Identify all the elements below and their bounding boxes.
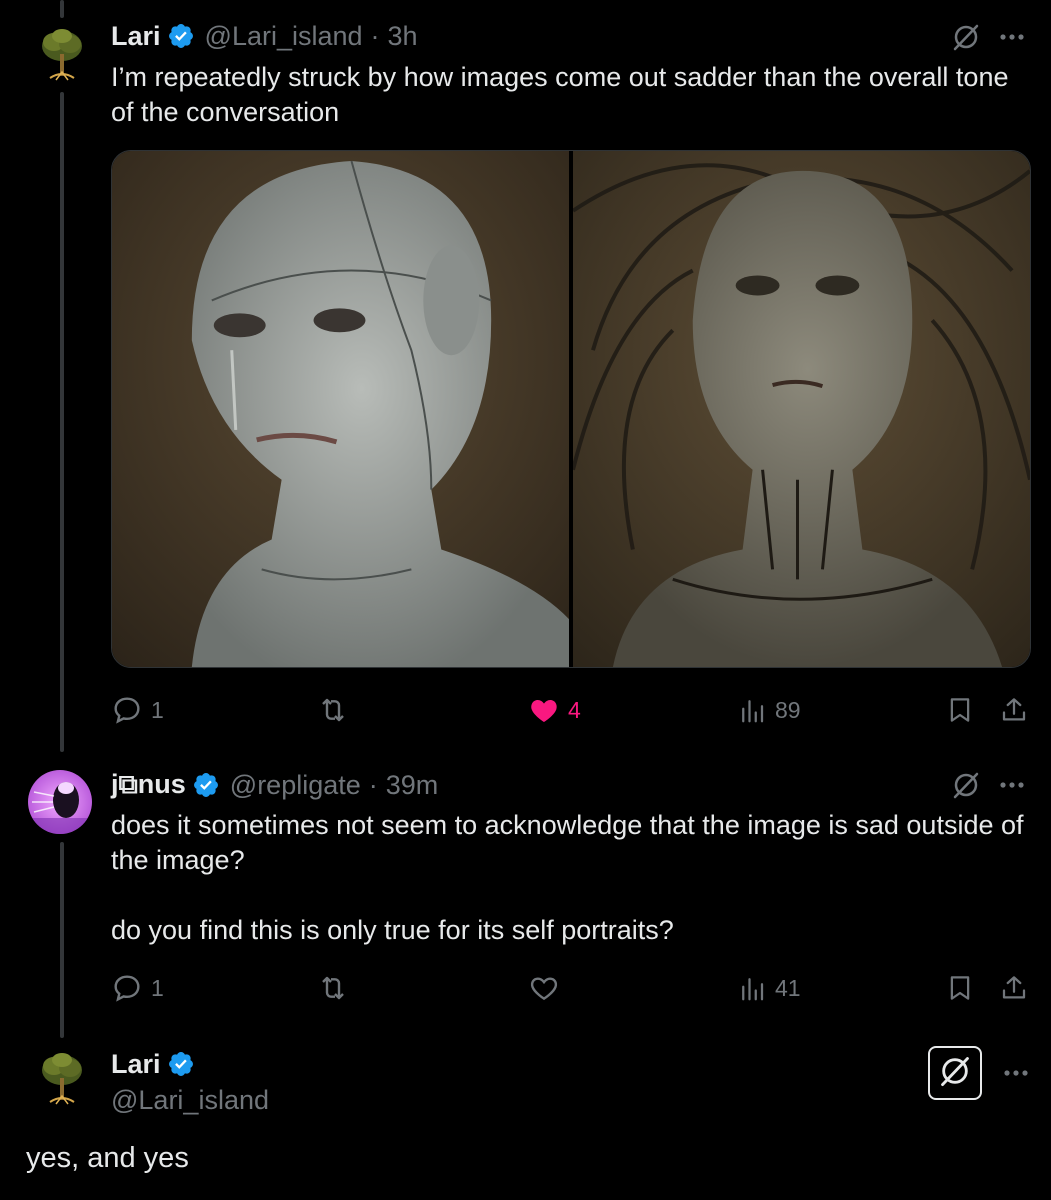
reply-more-wrap bbox=[987, 1056, 1033, 1090]
share-upload-icon bbox=[999, 694, 1029, 726]
reply-handle[interactable]: @Lari_island bbox=[111, 1085, 269, 1116]
reply-button[interactable]: 1 bbox=[111, 690, 164, 730]
grok-slash-icon[interactable] bbox=[949, 768, 983, 802]
repost-button[interactable] bbox=[316, 690, 350, 730]
bar-chart-icon bbox=[737, 694, 767, 726]
bookmark-icon bbox=[945, 972, 975, 1004]
verified-badge-icon bbox=[167, 22, 195, 50]
tweet-2-top-actions bbox=[949, 768, 1029, 802]
like-count: 4 bbox=[568, 696, 581, 723]
more-dots-icon[interactable] bbox=[999, 1056, 1033, 1090]
verified-badge-icon bbox=[167, 1050, 195, 1078]
verified-badge-icon bbox=[192, 771, 220, 799]
views-button[interactable]: 89 bbox=[737, 690, 801, 730]
media-image-left[interactable] bbox=[112, 151, 569, 667]
reply-count: 1 bbox=[151, 696, 164, 723]
bookmark-button[interactable] bbox=[945, 968, 975, 1008]
tweet-1-text: I’m repeatedly struck by how images come… bbox=[111, 62, 1016, 127]
avatar-lari-reply[interactable] bbox=[30, 1046, 94, 1110]
reply-header-handle-row: @Lari_island bbox=[111, 1080, 269, 1120]
repost-button[interactable] bbox=[316, 968, 350, 1008]
grok-button[interactable] bbox=[928, 1046, 982, 1100]
tweet-2-name[interactable]: j⧉nus bbox=[111, 769, 186, 801]
share-button[interactable] bbox=[999, 690, 1029, 730]
views-count: 41 bbox=[775, 974, 801, 1001]
tweet-1-top-actions bbox=[949, 20, 1029, 54]
speech-bubble-icon bbox=[111, 972, 143, 1004]
more-dots-icon[interactable] bbox=[995, 20, 1029, 54]
tweet-2-text: does it sometimes not seem to acknowledg… bbox=[111, 810, 1024, 945]
share-button[interactable] bbox=[999, 968, 1029, 1008]
reply-text: yes, and yes bbox=[26, 1142, 189, 1174]
views-count: 89 bbox=[775, 696, 801, 723]
tweet-1-time[interactable]: 3h bbox=[388, 21, 418, 52]
more-dots-icon[interactable] bbox=[995, 768, 1029, 802]
bar-chart-icon bbox=[737, 972, 767, 1004]
tweet-1-media[interactable] bbox=[111, 150, 1031, 668]
reply-header-name-row: Lari bbox=[111, 1044, 195, 1084]
like-button[interactable] bbox=[528, 968, 560, 1008]
views-button[interactable]: 41 bbox=[737, 968, 801, 1008]
avatar-janus[interactable] bbox=[28, 770, 92, 834]
tweet-1-name[interactable]: Lari bbox=[111, 21, 161, 52]
tweet-2-actions: 1 41 bbox=[111, 968, 1031, 1008]
thread-line-1 bbox=[60, 92, 64, 752]
media-image-right[interactable] bbox=[571, 151, 1030, 667]
tweet-2-header: j⧉nus @repligate · 39m bbox=[111, 765, 438, 805]
tweet-1-handle[interactable]: @Lari_island bbox=[205, 21, 363, 52]
tweet-1-separator: · bbox=[370, 20, 380, 51]
like-button[interactable]: 4 bbox=[528, 690, 581, 730]
repost-arrows-icon bbox=[316, 694, 350, 726]
tweet-2-handle[interactable]: @repligate bbox=[230, 770, 361, 801]
thread-line-2 bbox=[60, 842, 64, 1038]
repost-arrows-icon bbox=[316, 972, 350, 1004]
heart-icon bbox=[528, 972, 560, 1004]
thread-line-top bbox=[60, 0, 64, 18]
speech-bubble-icon bbox=[111, 694, 143, 726]
avatar-lari[interactable] bbox=[30, 22, 94, 86]
reply-count: 1 bbox=[151, 974, 164, 1001]
tweet-2-separator: · bbox=[368, 769, 378, 800]
bookmark-icon bbox=[945, 694, 975, 726]
reply-name[interactable]: Lari bbox=[111, 1049, 161, 1080]
heart-icon bbox=[528, 694, 560, 726]
bookmark-button[interactable] bbox=[945, 690, 975, 730]
tweet-2-time[interactable]: 39m bbox=[386, 770, 439, 801]
tweet-1-header: Lari @Lari_island · 3h bbox=[111, 16, 418, 56]
share-upload-icon bbox=[999, 972, 1029, 1004]
tweet-1-actions: 1 4 89 bbox=[111, 690, 1031, 730]
reply-button[interactable]: 1 bbox=[111, 968, 164, 1008]
grok-slash-icon[interactable] bbox=[949, 20, 983, 54]
grok-slash-icon bbox=[938, 1054, 972, 1093]
